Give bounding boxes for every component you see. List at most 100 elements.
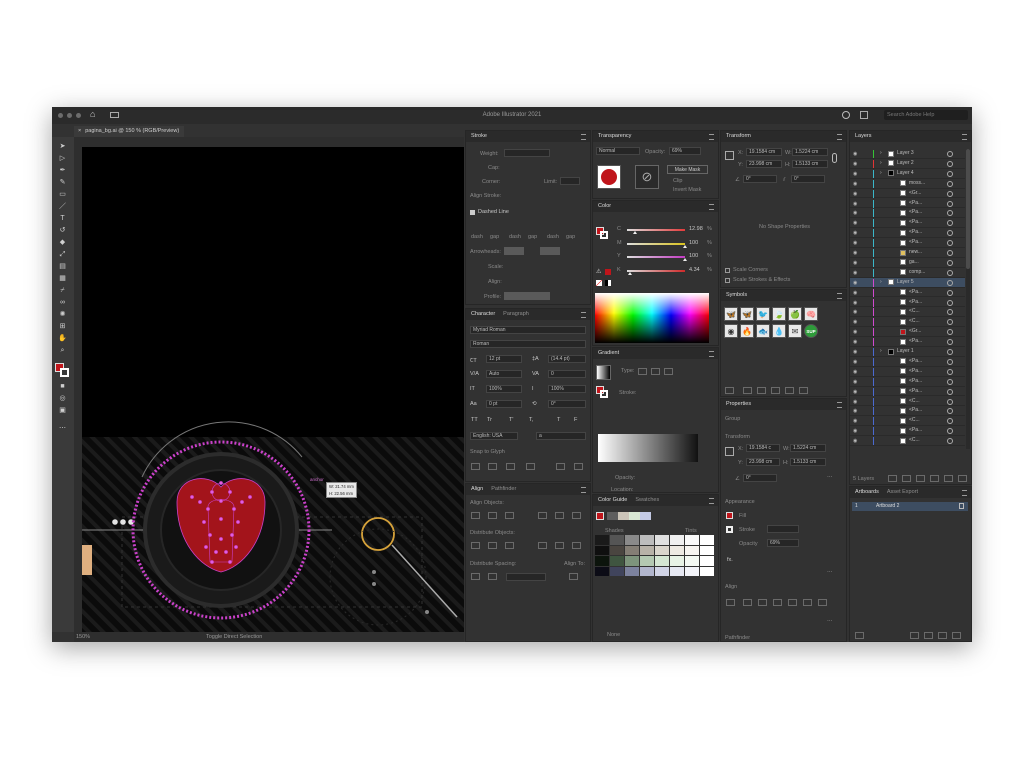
- sublayer-row[interactable]: ◉ <C...: [850, 416, 965, 427]
- delete-layer-icon[interactable]: [958, 475, 967, 482]
- target-circle-icon[interactable]: [947, 309, 953, 316]
- visibility-eye-icon[interactable]: ◉: [853, 220, 857, 226]
- pencil-tool-icon[interactable]: ✎: [58, 179, 67, 186]
- expand-chevron-icon[interactable]: ›: [880, 348, 882, 354]
- sublayer-row[interactable]: ◉ <Pa...: [850, 426, 965, 437]
- color-guide-cell[interactable]: [670, 556, 684, 566]
- sublayer-row[interactable]: ◉ comp...: [850, 268, 965, 278]
- zoom-tool-icon[interactable]: ⌕: [58, 347, 67, 354]
- fish-symbol[interactable]: 🐟: [756, 324, 770, 338]
- target-circle-icon[interactable]: [947, 418, 953, 425]
- sublayer-row[interactable]: ◉ <C...: [850, 397, 965, 407]
- swatches-tab[interactable]: Swatches: [635, 497, 659, 503]
- superscript-button[interactable]: T': [509, 417, 513, 423]
- direct-selection-tool-icon[interactable]: ▷: [58, 155, 67, 162]
- panel-menu-icon[interactable]: [581, 134, 586, 140]
- spacing-horizontal-icon[interactable]: [488, 573, 497, 580]
- stroke-tab[interactable]: Stroke: [471, 133, 487, 139]
- properties-h-field[interactable]: 1.5133 cm: [790, 458, 826, 466]
- layers-tab[interactable]: Layers: [855, 133, 872, 139]
- distribute-top-icon[interactable]: [471, 542, 480, 549]
- expand-chevron-icon[interactable]: ›: [880, 150, 882, 156]
- layer-row[interactable]: ◉ › Layer 1: [850, 347, 965, 357]
- arrow-start-select[interactable]: [504, 247, 524, 255]
- draw-mode-icon[interactable]: ◎: [58, 395, 67, 402]
- weight-field[interactable]: [504, 149, 550, 157]
- target-circle-icon[interactable]: [947, 368, 953, 375]
- channel-m-knob[interactable]: [683, 244, 687, 248]
- transform-angle-field[interactable]: 0°: [743, 175, 777, 183]
- drop-symbol[interactable]: 💧: [772, 324, 786, 338]
- black-white-swatch[interactable]: [605, 280, 611, 286]
- stroke-swatch[interactable]: [60, 368, 69, 377]
- visibility-eye-icon[interactable]: ◉: [853, 201, 857, 207]
- visibility-eye-icon[interactable]: ◉: [853, 290, 857, 296]
- stroke-weight-field[interactable]: [767, 525, 799, 533]
- target-circle-icon[interactable]: [947, 289, 953, 296]
- new-sublayer-icon[interactable]: [930, 475, 939, 482]
- sublayer-row[interactable]: ◉ <C...: [850, 317, 965, 328]
- panel-menu-icon[interactable]: [581, 312, 586, 318]
- sublayer-row[interactable]: ◉ <Gr...: [850, 189, 965, 199]
- color-tab[interactable]: Color: [598, 203, 611, 209]
- target-circle-icon[interactable]: [947, 329, 953, 336]
- pen-tool-icon[interactable]: ✒: [58, 167, 67, 174]
- visibility-eye-icon[interactable]: ◉: [853, 359, 857, 365]
- color-guide-cell[interactable]: [640, 535, 654, 545]
- align-to-selection-icon[interactable]: [569, 573, 578, 580]
- color-guide-grid[interactable]: [595, 535, 715, 577]
- visibility-eye-icon[interactable]: ◉: [853, 270, 857, 276]
- snap-anchor-icon[interactable]: [574, 463, 583, 470]
- color-guide-cell[interactable]: [685, 545, 699, 555]
- visibility-eye-icon[interactable]: ◉: [853, 309, 857, 315]
- spacing-vertical-icon[interactable]: [471, 573, 480, 580]
- color-guide-cell[interactable]: [610, 556, 624, 566]
- appearance-stroke-swatch[interactable]: [726, 526, 733, 533]
- color-guide-cell[interactable]: [700, 545, 714, 555]
- visibility-eye-icon[interactable]: ◉: [853, 389, 857, 395]
- visibility-eye-icon[interactable]: ◉: [853, 181, 857, 187]
- gradient-thumbnail[interactable]: [596, 365, 611, 380]
- color-mode-icon[interactable]: ■: [58, 383, 67, 390]
- layer-row[interactable]: ◉ › Layer 3: [850, 149, 965, 159]
- rectangle-tool-icon[interactable]: ▭: [58, 191, 67, 198]
- properties-align-left-icon[interactable]: [743, 599, 752, 606]
- close-tab-icon[interactable]: ×: [78, 128, 81, 134]
- channel-c-knob[interactable]: [632, 231, 637, 234]
- none-swatch[interactable]: [596, 280, 602, 286]
- color-guide-cell[interactable]: [655, 535, 669, 545]
- transform-x-field[interactable]: 19.1584 cm: [746, 148, 782, 156]
- distribute-right-icon[interactable]: [572, 542, 581, 549]
- underline-button[interactable]: T: [557, 417, 560, 423]
- color-guide-cell[interactable]: [685, 556, 699, 566]
- visibility-eye-icon[interactable]: ◉: [853, 319, 857, 325]
- visibility-eye-icon[interactable]: ◉: [853, 210, 857, 216]
- artboard-canvas[interactable]: anchor W: 21.74 mm H: 22.56 mm: [82, 147, 464, 632]
- target-circle-icon[interactable]: [947, 210, 953, 217]
- align-top-icon[interactable]: [538, 512, 547, 519]
- fx-button[interactable]: fx.: [727, 557, 733, 563]
- small-caps-button[interactable]: Tr: [487, 417, 492, 423]
- new-artboard-icon[interactable]: [938, 632, 947, 639]
- visibility-eye-icon[interactable]: ◉: [853, 418, 857, 424]
- sublayer-row[interactable]: ◉ <Pa...: [850, 367, 965, 377]
- strikethrough-button[interactable]: F: [574, 417, 577, 423]
- visibility-eye-icon[interactable]: ◉: [853, 339, 857, 345]
- expand-chevron-icon[interactable]: ›: [880, 170, 882, 176]
- search-help-input[interactable]: Search Adobe Help: [884, 110, 968, 120]
- leaf-symbol[interactable]: 🍃: [772, 307, 786, 321]
- color-guide-cell[interactable]: [595, 545, 609, 555]
- layers-scrollbar-thumb[interactable]: [966, 149, 970, 269]
- appearance-opacity-field[interactable]: 69%: [767, 539, 799, 547]
- properties-y-field[interactable]: 23.998 cm: [746, 458, 780, 466]
- selection-tool-icon[interactable]: ➤: [58, 143, 67, 150]
- sublayer-row[interactable]: ◉ moss...: [850, 179, 965, 189]
- color-guide-cell[interactable]: [610, 566, 624, 576]
- color-guide-cell[interactable]: [655, 556, 669, 566]
- align-vcenter-icon[interactable]: [555, 512, 564, 519]
- font-style-select[interactable]: Roman: [470, 340, 586, 348]
- brain-symbol[interactable]: 🧠: [804, 307, 818, 321]
- visibility-eye-icon[interactable]: ◉: [853, 349, 857, 355]
- channel-y-knob[interactable]: [683, 258, 687, 261]
- paragraph-tab[interactable]: Paragraph: [503, 311, 529, 317]
